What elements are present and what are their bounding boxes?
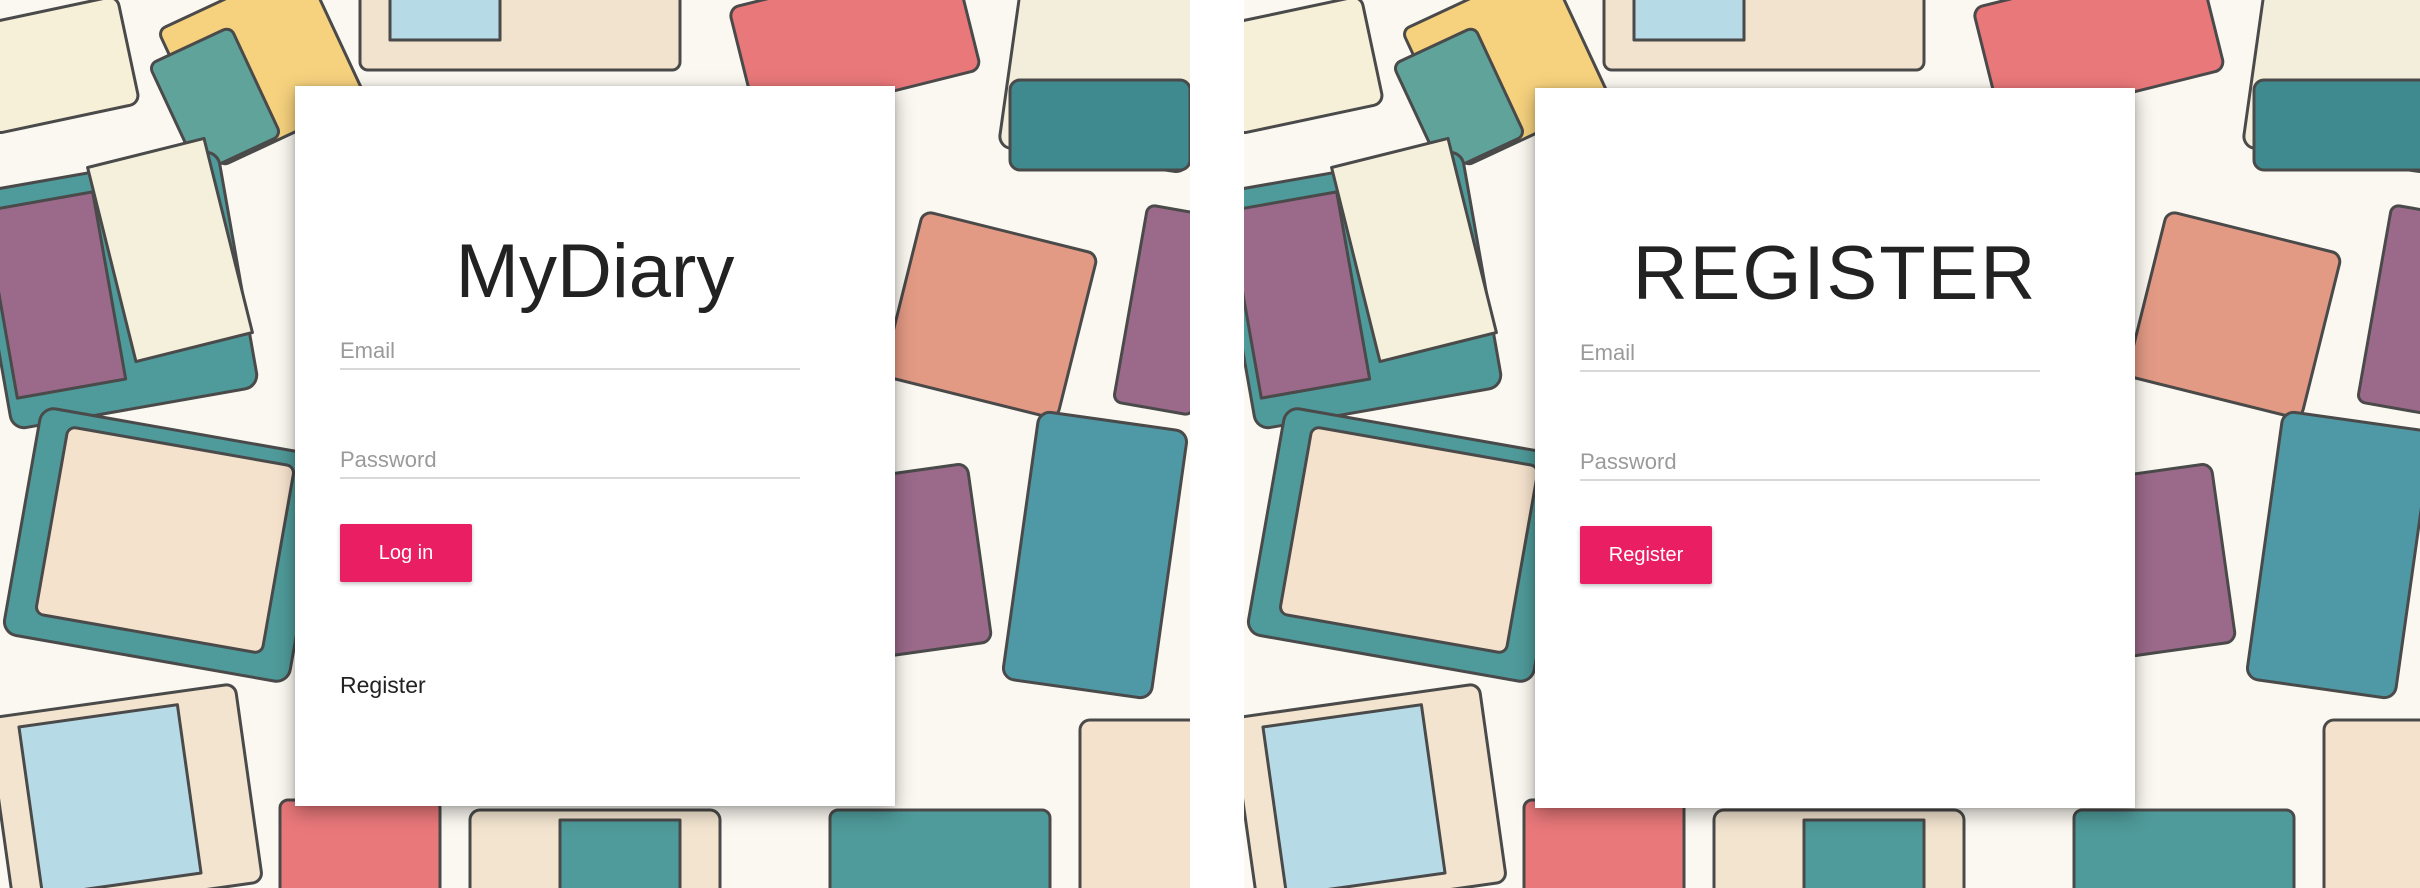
login-button[interactable]: Log in (340, 524, 472, 582)
password-input[interactable] (340, 443, 800, 479)
email-input[interactable] (340, 334, 800, 370)
register-title: REGISTER (1632, 231, 2038, 316)
register-link[interactable]: Register (340, 672, 426, 699)
register-card: REGISTER Register (1535, 88, 2135, 808)
register-screen: REGISTER Register (1244, 0, 2420, 888)
login-screen: MyDiary Log in Register (0, 0, 1190, 888)
login-card: MyDiary Log in Register (295, 86, 895, 806)
password-input[interactable] (1580, 445, 2040, 481)
register-button[interactable]: Register (1580, 526, 1712, 584)
app-title: MyDiary (455, 229, 735, 314)
email-input[interactable] (1580, 336, 2040, 372)
